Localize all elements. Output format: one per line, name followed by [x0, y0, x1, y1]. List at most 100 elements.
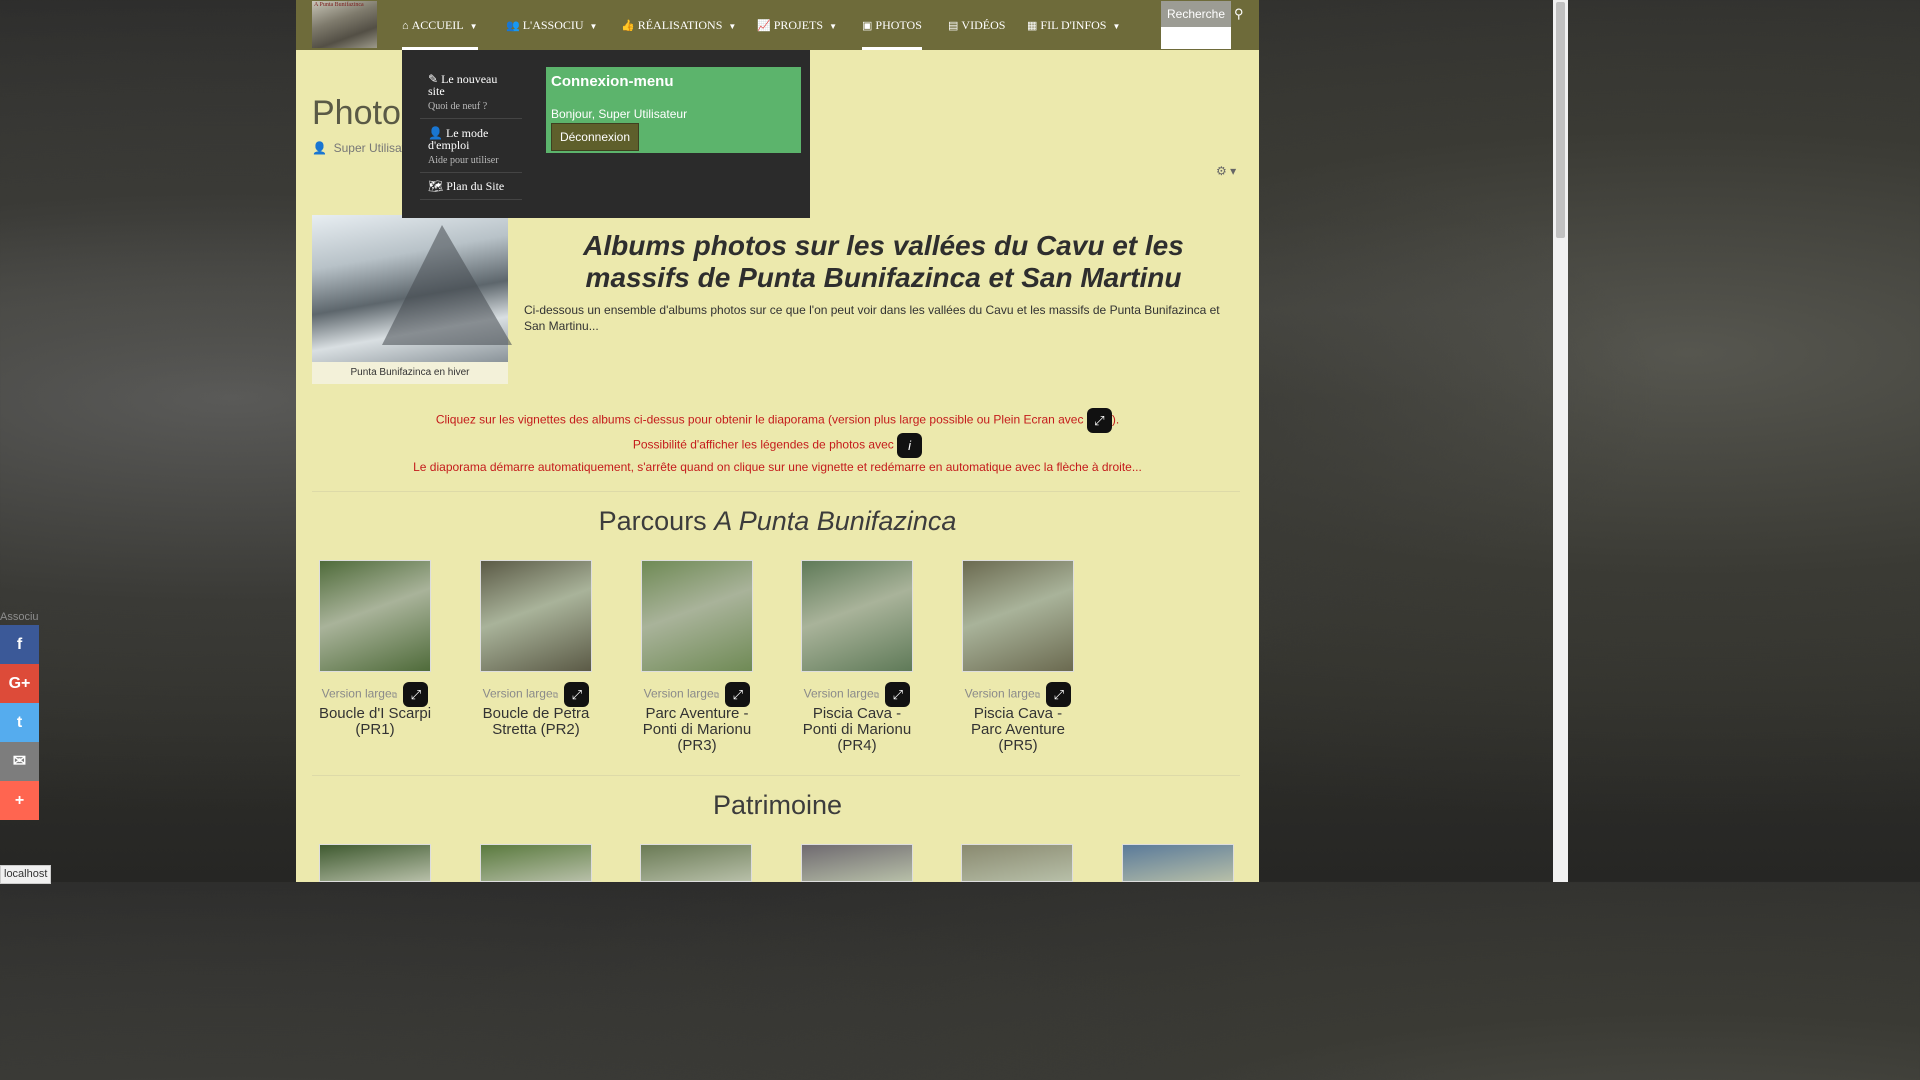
fullscreen-icon[interactable]: ⤢: [885, 682, 911, 707]
site-logo[interactable]: A Punta Bunifazinca: [312, 1, 377, 48]
note-line-3: Le diaporama démarre automatiquement, s'…: [413, 460, 1142, 474]
album-thumbnail[interactable]: [801, 560, 913, 672]
thumbs-up-icon: 👍: [621, 20, 635, 32]
nav-accueil[interactable]: ⌂ ACCUEIL ▼: [402, 0, 478, 50]
facebook-share-button[interactable]: f: [0, 625, 39, 664]
version-large-link[interactable]: Version large: [322, 687, 392, 701]
version-large-row: Version large⧉ ⤢: [476, 682, 596, 707]
nav-videos[interactable]: ▤ VIDÉOS: [948, 0, 1005, 50]
album-name[interactable]: Boucle de Petra Stretta (PR2): [476, 706, 596, 738]
version-large-link[interactable]: Version large: [965, 687, 1035, 701]
fullscreen-icon[interactable]: ⤢: [1046, 682, 1072, 707]
menu-item-sub: Quoi de neuf ?: [428, 101, 488, 112]
hero-image: [312, 215, 512, 362]
email-share-button[interactable]: ✉: [0, 742, 39, 781]
hero-description: Ci-dessous un ensemble d'albums photos s…: [524, 303, 1220, 333]
menu-item-label: Plan du Site: [446, 179, 505, 193]
facebook-icon: f: [16, 636, 23, 653]
search-input[interactable]: [1161, 27, 1231, 49]
settings-gear-icon[interactable]: ⚙ ▾: [1216, 164, 1236, 178]
patrimoine-thumbnail[interactable]: [479, 844, 592, 882]
patrimoine-thumbnail[interactable]: [1121, 844, 1234, 882]
nav-label: RÉALISATIONS: [637, 18, 723, 32]
film-icon: ▤: [948, 20, 959, 32]
search-icon[interactable]: ⚲: [1234, 6, 1244, 22]
page-title: Photo: [312, 94, 401, 132]
patrimoine-thumbnail[interactable]: [640, 844, 752, 882]
note-text: ).: [1111, 412, 1120, 427]
nav-fil-infos[interactable]: ▦ FIL D'INFOS ▼: [1027, 0, 1120, 50]
version-large-row: Version large⧉ ⤢: [315, 682, 435, 707]
external-link-icon: ⧉: [1034, 690, 1041, 700]
album-thumbnail[interactable]: [641, 560, 753, 672]
version-large-row: Version large⧉ ⤢: [637, 682, 757, 707]
mountain-peak: [382, 225, 512, 345]
article-author: 👤 Super Utilisate: [312, 141, 412, 155]
album-name[interactable]: Boucle d'I Scarpi (PR1): [315, 706, 435, 738]
section-text-italic: A Punta Bunifazinca: [714, 506, 957, 536]
nav-label: VIDÉOS: [961, 18, 1006, 32]
caret-down-icon: ▼: [728, 22, 737, 31]
patrimoine-thumbnail[interactable]: [800, 844, 913, 882]
logo-text: A Punta Bunifazinca: [314, 2, 364, 8]
users-icon: 👥: [506, 20, 520, 32]
status-url: localhost: [0, 865, 52, 884]
google-plus-icon: G+: [8, 675, 31, 692]
nav-realisations[interactable]: 👍 RÉALISATIONS ▼: [621, 0, 736, 50]
nav-associu[interactable]: 👥 L'ASSOCIU ▼: [506, 0, 597, 50]
section-text: Parcours: [598, 506, 707, 536]
version-large-link[interactable]: Version large: [804, 687, 874, 701]
fullscreen-icon[interactable]: ⤢: [564, 682, 590, 707]
version-large-link[interactable]: Version large: [644, 687, 714, 701]
divider: [312, 775, 1240, 776]
note-text: Possibilité d'afficher les légendes de p…: [632, 437, 894, 452]
album-name[interactable]: Piscia Cava - Ponti di Marionu (PR4): [797, 706, 917, 754]
menu-item-label: Le nouveau site: [428, 72, 498, 98]
twitter-icon: t: [16, 714, 23, 731]
external-link-icon: ⧉: [391, 690, 398, 700]
twitter-share-button[interactable]: t: [0, 703, 39, 742]
album-card[interactable]: Version large⧉ ⤢ Parc Aventure - Ponti di…: [637, 560, 757, 754]
share-plus-icon: +: [14, 792, 25, 809]
patrimoine-thumbnail[interactable]: [961, 844, 1073, 882]
menu-item-plan-site[interactable]: 🗺 Plan du Site: [420, 174, 522, 200]
top-navbar: A Punta Bunifazinca ⌂ ACCUEIL ▼ 👥 L'ASSOCIU…: [296, 0, 1259, 50]
newspaper-icon: ▦: [1027, 20, 1038, 32]
album-name[interactable]: Piscia Cava - Parc Aventure (PR5): [958, 706, 1078, 754]
search-label[interactable]: Recherche: [1161, 1, 1231, 27]
album-card[interactable]: Version large⧉ ⤢ Piscia Cava - Ponti di M…: [797, 560, 917, 754]
caret-down-icon: ▼: [589, 22, 598, 31]
share-plus-share-button[interactable]: +: [0, 781, 39, 820]
menu-item-sub: Aide pour utiliser: [428, 155, 499, 166]
logout-button[interactable]: Déconnexion: [551, 123, 639, 151]
hero-title: Albums photos sur les vallées du Cavu et…: [583, 230, 1184, 293]
info-icon: i: [897, 433, 923, 458]
nav-projets[interactable]: 📈 PROJETS ▼: [757, 0, 837, 50]
patrimoine-thumbnail[interactable]: [319, 844, 431, 882]
version-large-link[interactable]: Version large: [483, 687, 553, 701]
accueil-dropdown-menu: ✎ Le nouveau site Quoi de neuf ? 👤 Le mo…: [402, 50, 810, 218]
divider: [312, 491, 1240, 492]
external-link-icon: ⧉: [713, 690, 720, 700]
menu-item-nouveau-site[interactable]: ✎ Le nouveau site Quoi de neuf ?: [420, 67, 522, 119]
album-card[interactable]: Version large⧉ ⤢ Boucle de Petra Stretta …: [476, 560, 596, 738]
nav-photos[interactable]: ▣ PHOTOS: [862, 0, 922, 50]
album-thumbnail[interactable]: [480, 560, 592, 672]
version-large-row: Version large⧉ ⤢: [797, 682, 917, 707]
album-thumbnail[interactable]: [319, 560, 431, 672]
album-name[interactable]: Parc Aventure - Ponti di Marionu (PR3): [637, 706, 757, 754]
scrollbar-thumb[interactable]: [1556, 2, 1565, 238]
section-patrimoine-title: Patrimoine: [712, 790, 843, 820]
external-link-icon: ⧉: [873, 690, 880, 700]
scrollbar[interactable]: [1553, 0, 1568, 882]
album-card[interactable]: Version large⧉ ⤢ Piscia Cava - Parc Avent…: [958, 560, 1078, 754]
fullscreen-icon[interactable]: ⤢: [725, 682, 751, 707]
author-name: Super Utilisate: [333, 141, 412, 155]
album-thumbnail[interactable]: [962, 560, 1074, 672]
google-plus-share-button[interactable]: G+: [0, 664, 39, 703]
fullscreen-icon[interactable]: ⤢: [403, 682, 429, 707]
menu-item-mode-emploi[interactable]: 👤 Le mode d'emploi Aide pour utiliser: [420, 121, 522, 173]
album-card[interactable]: Version large⧉ ⤢ Boucle d'I Scarpi (PR1): [315, 560, 435, 738]
fullscreen-icon: ⤢: [1086, 408, 1112, 433]
nav-label: L'ASSOCIU: [522, 18, 584, 32]
